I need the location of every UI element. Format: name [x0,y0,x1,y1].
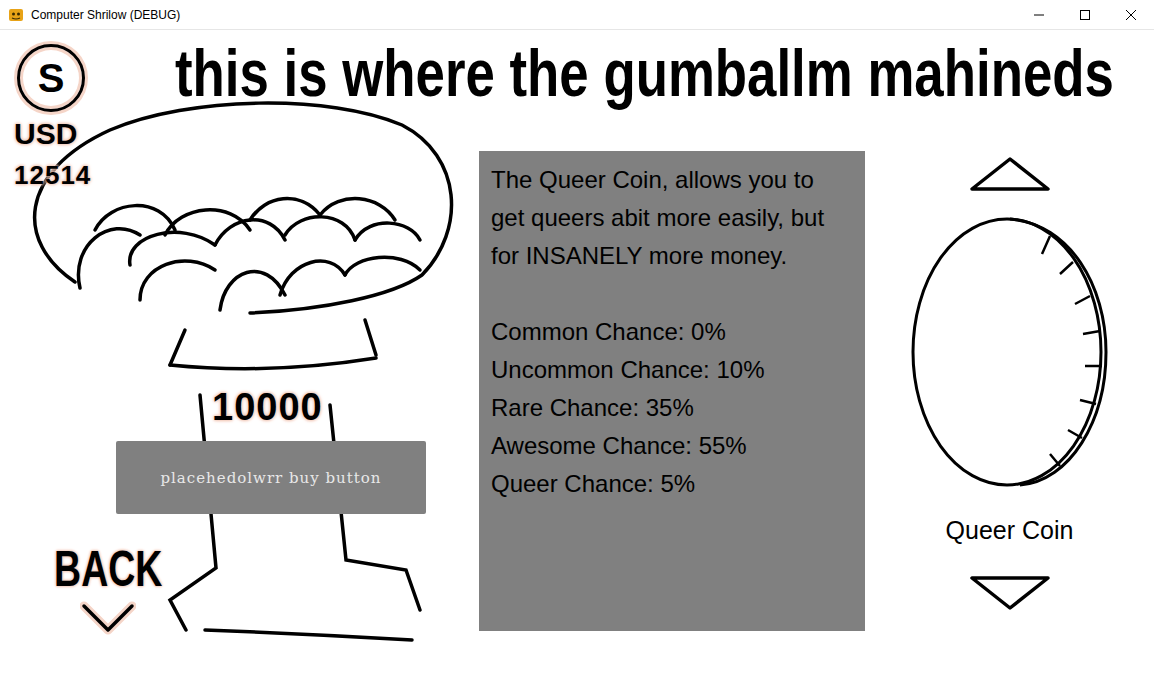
close-icon [1125,9,1137,21]
page-header: this is where the gumballm mahineds [0,30,1154,151]
price: 10000 [212,386,323,429]
back-label: BACK [54,538,162,600]
chance-row: Uncommon Chance: 10% [491,351,853,389]
game-window: Computer Shrilow (DEBUG) this is where th… [0,0,1154,680]
minimize-button[interactable] [1016,0,1062,29]
back-button[interactable]: BACK [36,538,180,636]
app-icon [8,7,24,23]
chance-row: Rare Chance: 35% [491,389,853,427]
chance-row: Queer Chance: 5% [491,465,853,503]
chance-row: Awesome Chance: 55% [491,427,853,465]
chevron-down-icon [80,600,136,636]
wallet: S USD 12514 [14,44,91,190]
currency-label: USD [14,116,77,152]
chance-row: Common Chance: 0% [491,313,853,351]
chance-list: Common Chance: 0%Uncommon Chance: 10%Rar… [491,313,853,503]
currency-symbol: S [17,44,85,112]
machine-area: S USD 12514 10000 placehedolwrr buy button BA… [0,30,479,680]
maximize-button[interactable] [1062,0,1108,29]
minimize-icon [1033,9,1045,21]
header-text: this is where the gumballm mahineds [175,34,1114,112]
coin-icon [910,216,1110,488]
window-controls [1016,0,1154,29]
up-arrow-icon[interactable] [968,156,1052,192]
coin-description: The Queer Coin, allows you to get queers… [491,161,853,275]
title-bar: Computer Shrilow (DEBUG) [0,0,1154,30]
coin-selector: Queer Coin [865,151,1154,680]
buy-button[interactable]: placehedolwrr buy button [116,441,426,514]
close-button[interactable] [1108,0,1154,29]
down-arrow-icon[interactable] [968,575,1052,611]
shop-screen: this is where the gumballm mahineds S USD 1… [0,30,1154,680]
maximize-icon [1079,9,1091,21]
details-panel: The Queer Coin, allows you to get queers… [479,151,865,631]
coin-name: Queer Coin [946,516,1074,545]
window-title: Computer Shrilow (DEBUG) [31,8,180,22]
balance: 12514 [14,160,91,190]
